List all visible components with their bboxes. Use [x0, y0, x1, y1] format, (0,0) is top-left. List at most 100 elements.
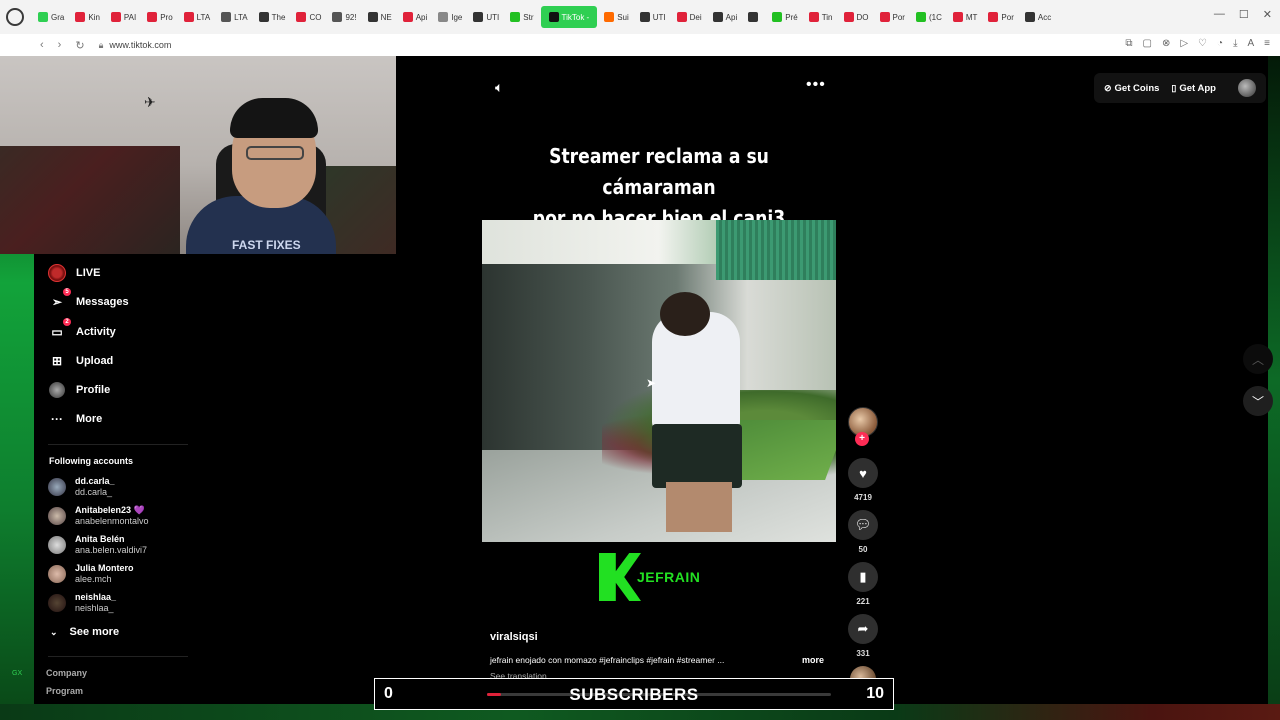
tab-favicon-icon [332, 12, 343, 22]
comment-button[interactable]: 💬︎ [848, 510, 878, 540]
get-coins-button[interactable]: ⊘ Get Coins [1104, 83, 1159, 94]
play-icon[interactable]: ▷ [1180, 38, 1188, 49]
download-icon[interactable]: ⤓ [1233, 38, 1237, 49]
browser-tab[interactable]: Api [709, 6, 742, 28]
video-author[interactable]: viralsiqsi [490, 631, 538, 643]
browser-tab[interactable]: Dei [673, 6, 706, 28]
following-account[interactable]: Julia Montero alee.mch [48, 563, 134, 585]
following-account[interactable]: neishlaa_ neishlaa_ [48, 592, 116, 614]
browser-tab[interactable]: Tin [805, 6, 837, 28]
subscriber-goal-bar: 0 SUBSCRIBERS 10 [374, 678, 894, 710]
maximize-icon[interactable]: ☐ [1239, 8, 1249, 21]
minimize-icon[interactable]: — [1214, 8, 1225, 21]
account-username: anabelenmontalvo [75, 516, 149, 526]
lock-icon[interactable]: 🔒︎ [99, 40, 104, 51]
get-app-button[interactable]: ▯ Get App [1171, 83, 1216, 94]
sidebar-item-upload[interactable]: ⊞ Upload [48, 352, 113, 370]
video-scene-green-panel [716, 220, 836, 280]
browser-tab[interactable]: Pré [768, 6, 801, 28]
browser-tab[interactable]: Ige [434, 6, 466, 28]
browser-tab[interactable]: Acc [1021, 6, 1055, 28]
browser-tab[interactable]: PAI [107, 6, 140, 28]
video-title-line: Streamer reclama a su cámaraman [549, 144, 769, 199]
browser-tab[interactable]: NE [364, 6, 396, 28]
browser-tab[interactable]: MT [949, 6, 982, 28]
browser-tab[interactable]: UTI [469, 6, 503, 28]
browser-tab[interactable]: Pro [143, 6, 176, 28]
account-name: neishlaa_ [75, 592, 117, 602]
see-more-button[interactable]: ⌄ See more [50, 626, 119, 638]
block-icon[interactable]: ⊗ [1162, 38, 1170, 49]
following-account[interactable]: dd.carla_ dd.carla_ [48, 476, 115, 498]
menu-icon[interactable]: ≡ [1264, 38, 1270, 49]
forward-icon[interactable]: › [58, 39, 62, 51]
url-field[interactable]: www.tiktok.com [109, 40, 171, 50]
browser-logo-icon[interactable] [6, 8, 24, 26]
sidebar-item-label: LIVE [76, 267, 101, 279]
more-options-icon[interactable]: ••• [806, 76, 826, 94]
sidebar-item-label: Activity [76, 326, 116, 338]
close-icon[interactable]: ✕ [1263, 8, 1272, 21]
browser-tab[interactable] [744, 6, 765, 28]
save-button[interactable]: ▮ [848, 562, 878, 592]
screenshot-icon[interactable]: ▢ [1143, 38, 1152, 49]
gx-badge: GX [12, 670, 23, 677]
previous-video-button[interactable]: ︿ [1243, 344, 1273, 374]
browser-tab[interactable]: Sui [600, 6, 633, 28]
tab-favicon-icon [110, 12, 121, 22]
video-person-shorts [652, 424, 742, 488]
browser-tab[interactable]: CO [292, 6, 325, 28]
video-person-legs [666, 482, 732, 532]
browser-tab[interactable]: UTI [636, 6, 670, 28]
sidebar-item-profile[interactable]: Profile [48, 381, 110, 399]
following-account[interactable]: Anitabelen23 💜 anabelenmontalvo [48, 505, 149, 527]
more-icon: ··· [51, 412, 63, 426]
browser-tab[interactable]: LTA [217, 6, 251, 28]
browser-tab[interactable]: DO [840, 6, 873, 28]
account-name: Julia Montero [75, 563, 134, 573]
back-icon[interactable]: ‹ [40, 39, 44, 51]
sidebar-item-live[interactable]: LIVE [48, 264, 100, 282]
sidebar-item-label: More [76, 413, 103, 425]
screen: Gra Kin PAI Pro LTA LTA The CO 92! NE Api Ige UTI Str… [0, 0, 1280, 720]
heart-icon[interactable]: ♡ [1198, 38, 1207, 49]
description-more-button[interactable]: more [802, 655, 824, 665]
reload-icon[interactable]: ↻ [75, 39, 84, 52]
follow-plus-icon[interactable]: + [855, 432, 869, 446]
browser-tab[interactable]: Api [399, 6, 432, 28]
tab-tiktok-active[interactable]: TikTok - [540, 6, 598, 28]
footer-link-program[interactable]: Program [46, 686, 83, 696]
browser-tab[interactable]: 92! [328, 6, 360, 28]
tab-favicon-icon [221, 12, 232, 22]
ai-icon[interactable]: A [1247, 38, 1254, 49]
extension-icon[interactable]: ⧉ [1125, 38, 1132, 49]
streamer-hair [230, 98, 318, 138]
browser-tab[interactable]: Kin [71, 6, 104, 28]
footer-link-company[interactable]: Company [46, 668, 87, 678]
profile-icon[interactable]: ◔ [1217, 38, 1223, 49]
following-title: Following accounts [49, 456, 134, 466]
browser-tab[interactable]: (1C [912, 6, 946, 28]
browser-tab[interactable]: Str [506, 6, 537, 28]
volume-icon[interactable]: 🔈︎ [495, 79, 503, 96]
share-button[interactable]: ➦ [848, 614, 878, 644]
sidebar-item-messages[interactable]: ➣ 5 Messages [48, 288, 129, 311]
browser-tab[interactable]: The [255, 6, 290, 28]
sidebar-item-more[interactable]: ··· More [48, 410, 102, 428]
browser-tab[interactable]: Gra [34, 6, 68, 28]
user-avatar[interactable] [1238, 79, 1256, 97]
tab-favicon-icon [915, 12, 926, 22]
tab-favicon-icon [748, 12, 759, 22]
get-coins-label: Get Coins [1114, 82, 1160, 94]
browser-tab[interactable]: Por [876, 6, 909, 28]
next-video-button[interactable]: ﹀ [1243, 386, 1273, 416]
heart-icon: ♥ [859, 465, 867, 481]
phone-icon: ▯ [1171, 82, 1177, 93]
tab-label: Dei [689, 12, 702, 22]
like-button[interactable]: ♥ [848, 458, 878, 488]
sidebar-item-activity[interactable]: ▭ 2 Activity [48, 318, 116, 341]
following-account[interactable]: Anita Belén ana.belen.valdivi7 [48, 534, 147, 556]
browser-tab[interactable]: Por [984, 6, 1017, 28]
browser-tab[interactable]: LTA [180, 6, 214, 28]
video-player[interactable]: ➤ [482, 220, 836, 542]
